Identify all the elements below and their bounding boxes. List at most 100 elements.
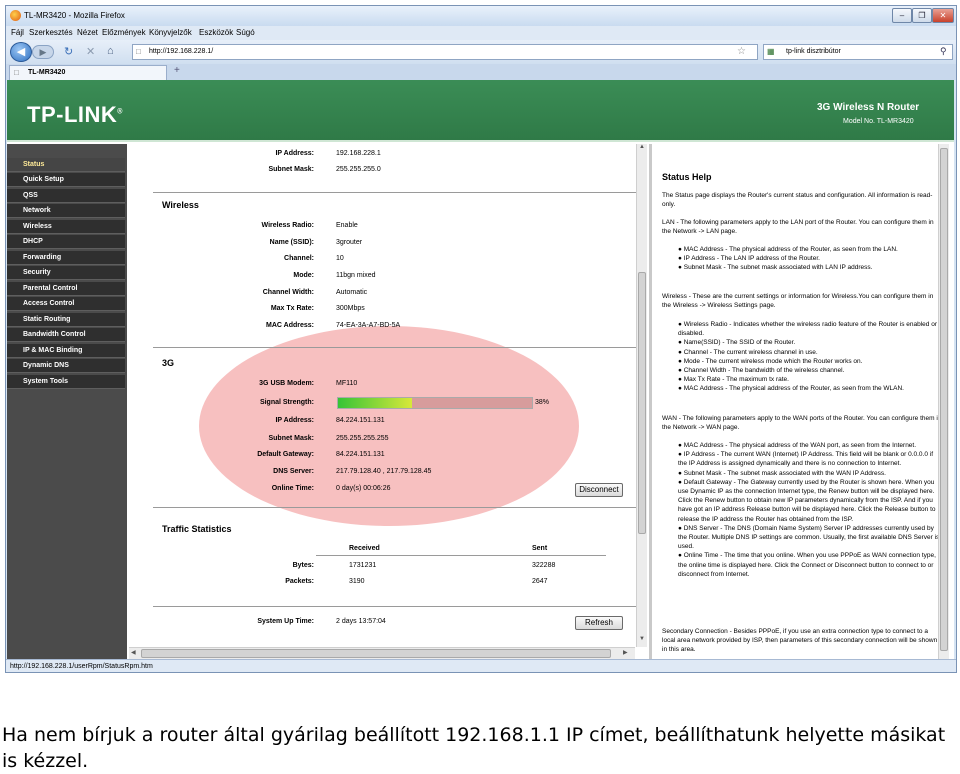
3g-row-label: Default Gateway: [257,451,314,458]
reload-icon[interactable]: ↻ [64,45,73,58]
search-icon[interactable]: ⚲ [940,46,947,57]
help-scrollbar-thumb[interactable] [940,148,948,651]
help-list-item: ● IP Address - The LAN IP address of the… [678,255,820,263]
wireless-heading: Wireless [162,200,199,210]
menu-history[interactable]: Előzmények [102,28,146,37]
stop-icon[interactable]: ✕ [86,45,95,58]
wireless-row-value: 74-EA-3A-A7-BD-5A [336,322,401,329]
page-content: TP-LINK® 3G Wireless N Router Model No. … [7,80,954,659]
highlight-ellipse [199,326,579,526]
menu-help[interactable]: Súgó [236,28,255,37]
menu-item-ip-mac-binding[interactable]: IP & MAC Binding [7,344,125,358]
menu-item-status[interactable]: Status [7,158,125,172]
wireless-row-value: 300Mbps [336,305,365,312]
forward-button[interactable]: ▶ [32,45,54,59]
search-box[interactable]: ▦ tp-link disztribútor ⚲ [763,44,953,60]
scroll-right-icon[interactable]: ▶ [623,649,628,656]
back-button[interactable]: ◀ [10,42,32,62]
3g-row-value: 255.255.255.255 [336,435,389,442]
help-list-item: ● MAC Address - The physical address of … [678,442,917,449]
new-tab-button[interactable]: + [174,65,180,76]
close-icon[interactable]: ✕ [932,8,954,23]
help-scrollbar[interactable] [938,144,949,659]
help-title: Status Help [662,172,712,182]
disconnect-button[interactable]: Disconnect [575,483,623,497]
divider [153,606,637,607]
refresh-button[interactable]: Refresh [575,616,623,630]
lan-mask-label: Subnet Mask: [268,166,314,173]
menu-item-qss[interactable]: QSS [7,189,125,203]
help-pane: Status Help The Status page displays the… [649,144,949,659]
menu-file[interactable]: Fájl [11,28,24,37]
home-icon[interactable]: ⌂ [107,45,114,57]
menu-bookmarks[interactable]: Könyvjelzők [149,28,192,37]
address-bar[interactable]: □ http://192.168.228.1/ ☆ [132,44,758,60]
bytes-sent: 322288 [532,562,556,569]
menu-item-static-routing[interactable]: Static Routing [7,313,125,327]
3g-row-value: 84.224.151.131 [336,417,385,424]
3g-modem-value: MF110 [336,380,358,387]
menu-item-bandwidth-control[interactable]: Bandwidth Control [7,328,125,342]
scroll-up-icon[interactable]: ▲ [639,144,645,150]
menu-item-wireless[interactable]: Wireless [7,220,125,234]
packets-label: Packets: [285,578,314,585]
3g-row-label: Subnet Mask: [268,435,314,442]
menu-item-forwarding[interactable]: Forwarding [7,251,125,265]
packets-sent: 2647 [532,578,548,585]
traffic-heading: Traffic Statistics [162,524,232,534]
caption: Ha nem bírjuk a router által gyárilag be… [2,724,946,772]
wireless-row-value: 10 [336,255,344,262]
help-intro: The Status page displays the Router's cu… [662,192,933,209]
scroll-down-icon[interactable]: ▼ [639,636,645,642]
3g-row-label: DNS Server: [273,468,314,475]
3g-row-value: 84.224.151.131 [336,451,385,458]
lan-ip-label: IP Address: [275,150,314,157]
menu-edit[interactable]: Szerkesztés [29,28,73,37]
3g-row-label: Online Time: [271,485,314,492]
signal-strength-bar [337,397,533,409]
horizontal-scrollbar-thumb[interactable] [141,649,611,658]
menu-item-security[interactable]: Security [7,266,125,280]
scroll-left-icon[interactable]: ◀ [131,649,136,656]
menu-item-dhcp[interactable]: DHCP [7,235,125,249]
menu-item-system-tools[interactable]: System Tools [7,375,125,389]
help-list-item: ● Mode - The current wireless mode which… [678,357,863,365]
menu-bar: Fájl Szerkesztés Nézet Előzmények Könyvj… [6,26,956,40]
wireless-row-label: Mode: [293,272,314,279]
menu-item-network[interactable]: Network [7,204,125,218]
help-wan-list: ● MAC Address - The physical address of … [678,441,940,579]
bytes-received: 1731231 [349,562,377,569]
minimize-icon[interactable]: – [892,8,912,23]
signal-strength-fill [338,398,412,408]
wireless-row-value: 3grouter [336,239,363,246]
3g-modem-label: 3G USB Modem: [259,380,314,387]
wireless-row-label: Channel: [284,255,314,262]
horizontal-scrollbar[interactable]: ◀ ▶ [129,647,635,659]
help-list-item: ● Max Tx Rate - The maximum tx rate. [678,376,789,384]
help-list-item: ● Channel Width - The bandwidth of the w… [678,367,845,375]
bookmark-star-icon[interactable]: ☆ [737,46,746,57]
main-scrollbar[interactable]: ▲ ▼ [636,144,647,647]
menu-view[interactable]: Nézet [77,28,98,37]
menu-item-dynamic-dns[interactable]: Dynamic DNS [7,359,125,373]
status-url: http://192.168.228.1/userRpm/StatusRpm.h… [10,663,153,670]
tab-tl-mr3420[interactable]: □ TL-MR3420 [9,65,167,80]
router-menu: Status Quick Setup QSS Network Wireless … [7,144,127,659]
signal-strength-label: Signal Strength: [259,399,314,406]
menu-item-parental-control[interactable]: Parental Control [7,282,125,296]
firefox-icon [10,10,21,21]
menu-item-access-control[interactable]: Access Control [7,297,125,311]
menu-item-quick-setup[interactable]: Quick Setup [7,173,125,187]
search-engine-icon[interactable]: ▦ [767,47,775,56]
received-column-header: Received [349,545,380,552]
tab-bar: □ TL-MR3420 + [6,64,956,80]
help-secondary: Secondary Connection - Besides PPPoE, if… [662,628,938,654]
maximize-icon[interactable]: ❐ [912,8,932,23]
3g-row-value: 217.79.128.40 , 217.79.128.45 [336,468,432,475]
menu-tools[interactable]: Eszközök [199,28,233,37]
help-wireless-intro: Wireless - These are the current setting… [662,293,934,310]
wireless-row-label: Max Tx Rate: [270,305,314,312]
scrollbar-thumb[interactable] [638,272,646,534]
help-list-item: ● MAC Address - The physical address of … [678,246,898,253]
wireless-row-label: Name (SSID): [269,239,314,246]
